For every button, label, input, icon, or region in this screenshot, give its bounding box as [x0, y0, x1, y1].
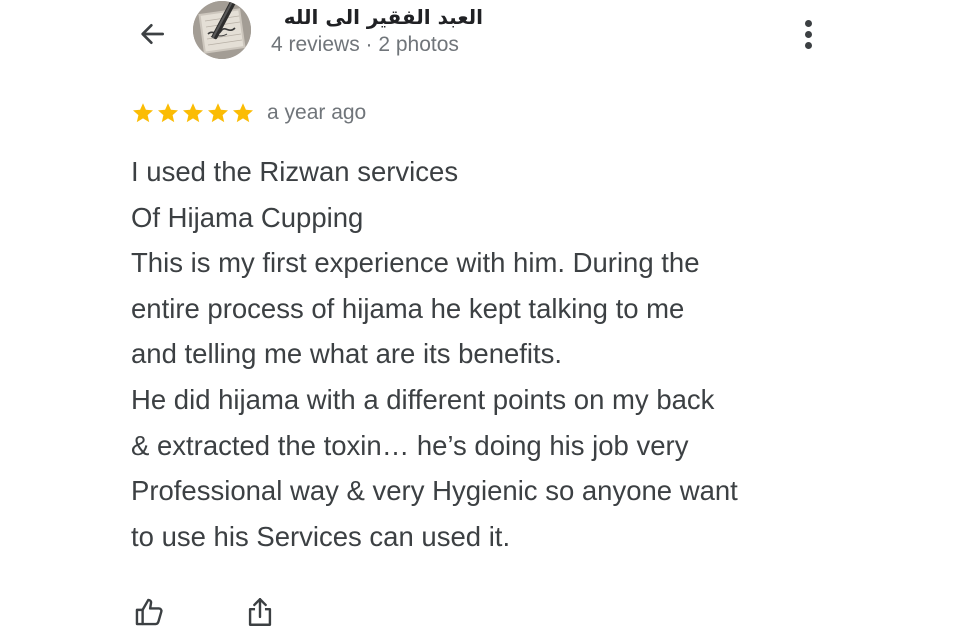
review-actions [130, 592, 279, 629]
more-vertical-icon-dot [804, 30, 812, 38]
arrow-left-icon [141, 24, 164, 44]
star-icon [158, 103, 178, 123]
review-line: This is my first experience with him. Du… [131, 247, 700, 279]
star-icon [208, 103, 228, 123]
more-vertical-icon-dot [804, 41, 812, 49]
review-text: I used the Rizwan services Of Hijama Cupp… [131, 149, 851, 559]
reviewer-name[interactable]: العبد الفقير الى الله [271, 4, 483, 30]
back-button[interactable] [132, 14, 172, 54]
star-icon [133, 103, 153, 123]
share-button[interactable] [241, 593, 279, 629]
star-icon [233, 103, 253, 123]
share-icon [248, 598, 272, 626]
reviewer-meta: 4 reviews · 2 photos [271, 33, 459, 56]
like-button[interactable] [130, 593, 168, 629]
review-line: Of Hijama Cupping [131, 201, 364, 233]
review-line: & extracted the toxin… he’s doing his jo… [131, 429, 689, 461]
review-line: He did hijama with a different points on… [131, 383, 715, 415]
review-page: العبد الفقير الى الله 4 reviews · 2 phot… [0, 0, 960, 629]
star-rating [131, 101, 255, 125]
review-line: Professional way & very Hygienic so anyo… [131, 475, 738, 507]
rating-row: a year ago [131, 98, 366, 128]
avatar[interactable] [193, 1, 251, 59]
review-date: a year ago [267, 101, 367, 124]
star-icon [183, 103, 203, 123]
review-line: to use his Services can used it. [131, 520, 511, 552]
thumbs-up-icon [135, 598, 163, 626]
review-line: I used the Rizwan services [131, 156, 459, 187]
avatar-image [193, 1, 251, 59]
more-vertical-icon [804, 19, 812, 27]
more-options-button[interactable] [790, 12, 826, 56]
review-line: entire process of hijama he kept talking… [131, 292, 685, 324]
review-line: and telling me what are its benefits. [131, 338, 563, 370]
